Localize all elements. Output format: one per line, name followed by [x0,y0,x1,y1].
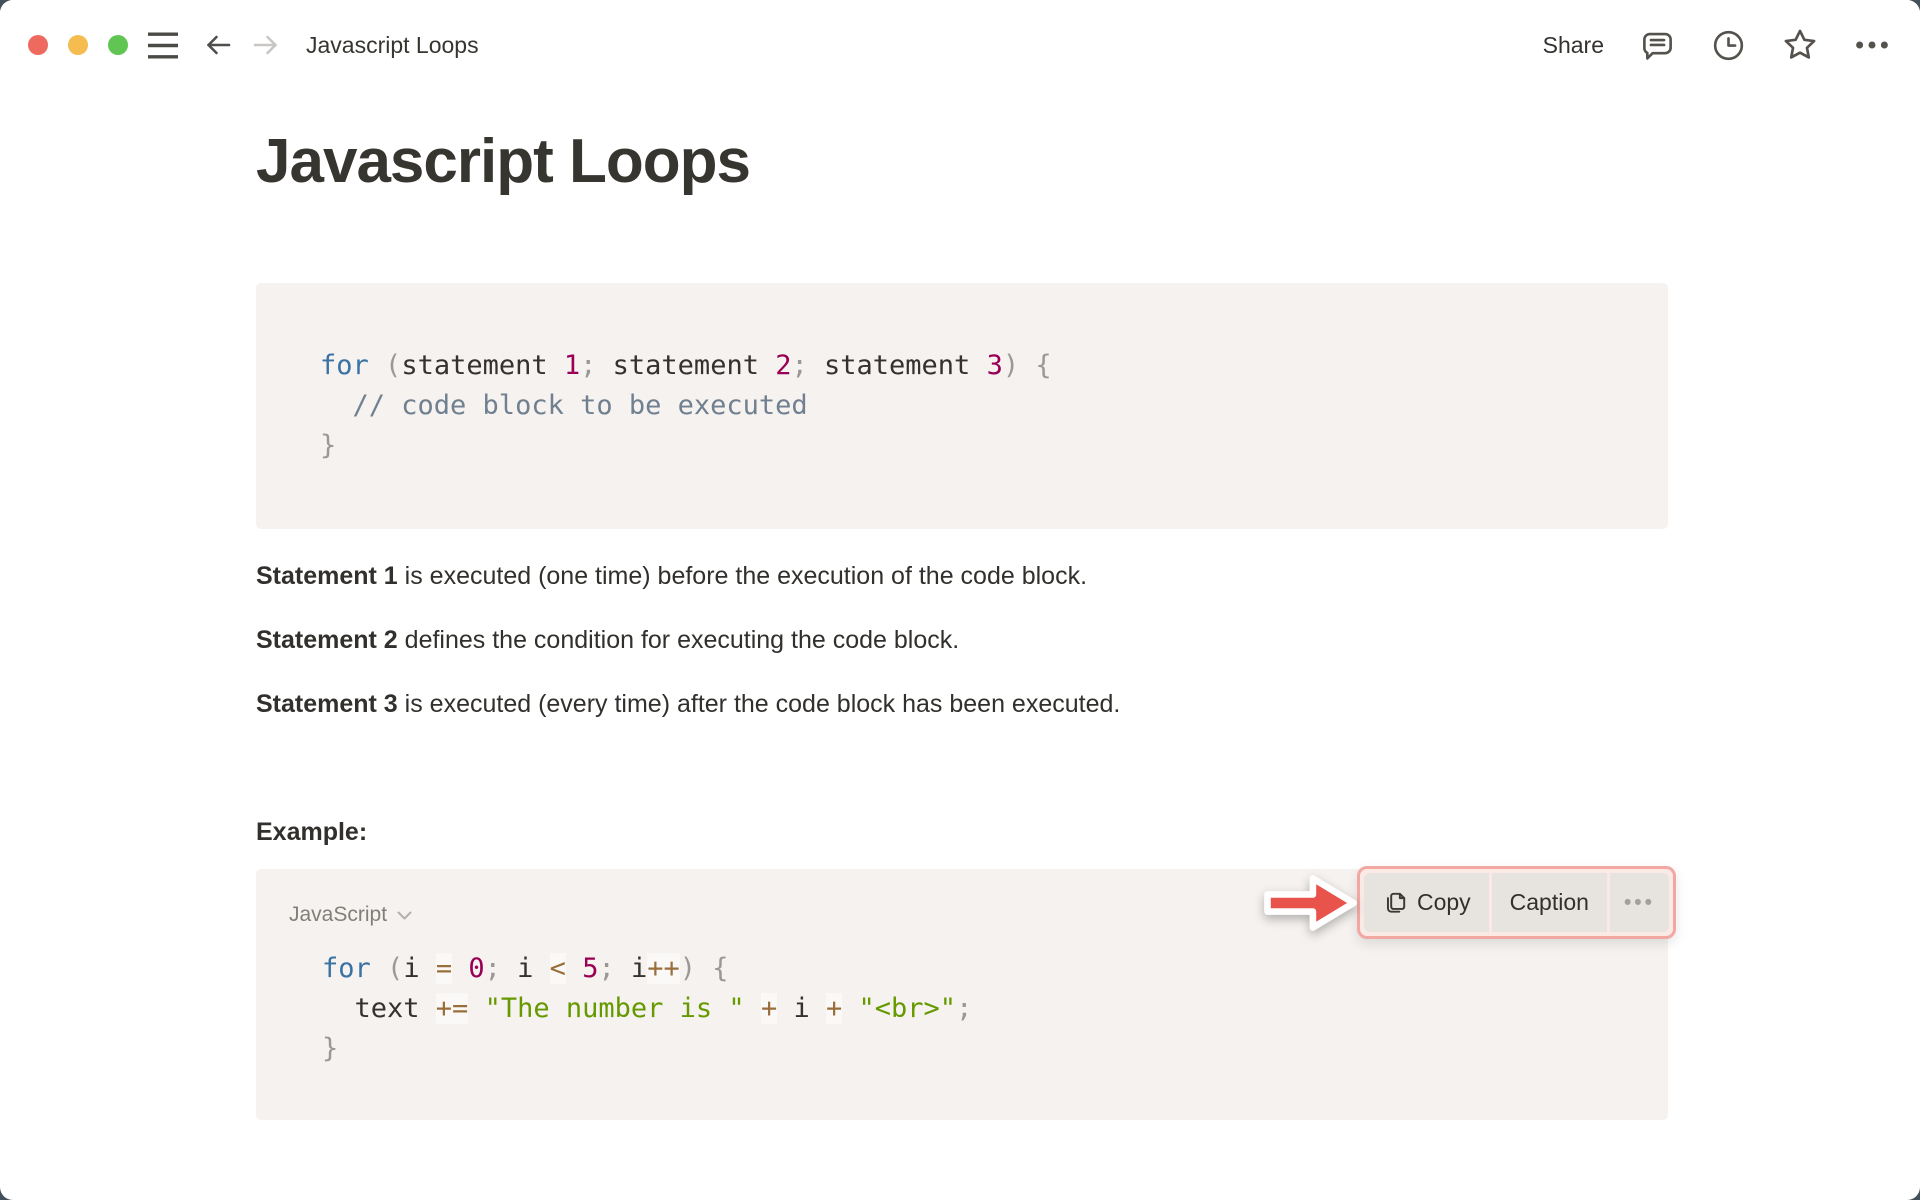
breadcrumb-title: Javascript Loops [306,32,479,59]
window-controls [28,35,128,55]
more-options-icon[interactable] [1854,27,1890,63]
statement-3-bold: Statement 3 [256,690,398,718]
back-icon[interactable] [202,29,234,61]
code-text: for (i = 0; i < 5; i++) { text += "The n… [322,949,1668,1069]
page-body: Javascript Loops for (statement 1; state… [0,124,1920,1120]
toolbar-highlight-annotation: Copy Caption ••• [1357,866,1676,939]
hamburger-menu-icon[interactable] [148,32,178,59]
red-arrow-annotation [1259,868,1363,938]
language-selector[interactable]: JavaScript [289,903,412,927]
titlebar: Javascript Loops Share [0,0,1920,78]
copy-button[interactable]: Copy [1364,873,1489,932]
caption-button[interactable]: Caption [1492,873,1607,932]
code-block-example[interactable]: JavaScript for (i = 0; i < 5; i++) { tex… [256,869,1668,1120]
caption-button-label: Caption [1510,889,1589,916]
code-block-syntax[interactable]: for (statement 1; statement 2; statement… [256,283,1668,529]
page-title[interactable]: Javascript Loops [256,124,1668,199]
copy-pages-icon [1382,890,1408,916]
zoom-button[interactable] [108,35,128,55]
copy-button-label: Copy [1417,889,1471,916]
chevron-down-icon [397,911,412,920]
app-window: Javascript Loops Share [0,0,1920,1200]
comments-icon[interactable] [1640,28,1675,63]
code-more-options-button[interactable]: ••• [1610,873,1669,932]
example-label[interactable]: Example: [256,816,1668,848]
code-text: for (statement 1; statement 2; statement… [320,346,1604,466]
paragraph-statement-2[interactable]: Statement 2 defines the condition for ex… [256,624,1668,656]
paragraph-statement-1[interactable]: Statement 1 is executed (one time) befor… [256,560,1668,592]
paragraph-statement-3[interactable]: Statement 3 is executed (every time) aft… [256,688,1668,720]
statement-1-bold: Statement 1 [256,562,398,590]
statement-2-bold: Statement 2 [256,626,398,654]
ellipsis-icon: ••• [1624,891,1655,915]
forward-icon[interactable] [250,29,282,61]
language-label: JavaScript [289,903,387,927]
close-button[interactable] [28,35,48,55]
share-button[interactable]: Share [1543,32,1604,59]
history-icon[interactable] [1711,28,1746,63]
code-toolbar-area: Copy Caption ••• [1259,866,1676,939]
minimize-button[interactable] [68,35,88,55]
favorite-star-icon[interactable] [1782,27,1818,63]
